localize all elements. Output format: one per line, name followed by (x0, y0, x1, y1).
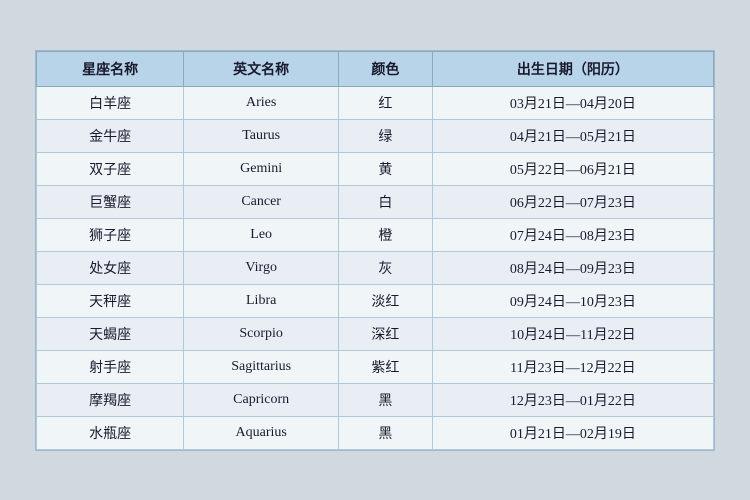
header-chinese-name: 星座名称 (37, 51, 184, 86)
cell-chinese-name: 巨蟹座 (37, 185, 184, 218)
header-dates: 出生日期（阳历） (432, 51, 713, 86)
table-row: 射手座Sagittarius紫红11月23日—12月22日 (37, 350, 714, 383)
cell-english-name: Aquarius (184, 416, 339, 449)
cell-dates: 08月24日—09月23日 (432, 251, 713, 284)
cell-dates: 12月23日—01月22日 (432, 383, 713, 416)
cell-dates: 03月21日—04月20日 (432, 86, 713, 119)
cell-dates: 09月24日—10月23日 (432, 284, 713, 317)
cell-color: 黑 (339, 383, 433, 416)
cell-color: 橙 (339, 218, 433, 251)
table-row: 双子座Gemini黄05月22日—06月21日 (37, 152, 714, 185)
cell-dates: 05月22日—06月21日 (432, 152, 713, 185)
cell-color: 红 (339, 86, 433, 119)
cell-chinese-name: 狮子座 (37, 218, 184, 251)
cell-dates: 11月23日—12月22日 (432, 350, 713, 383)
cell-color: 深红 (339, 317, 433, 350)
table-row: 白羊座Aries红03月21日—04月20日 (37, 86, 714, 119)
cell-color: 黄 (339, 152, 433, 185)
header-color: 颜色 (339, 51, 433, 86)
cell-color: 灰 (339, 251, 433, 284)
cell-color: 白 (339, 185, 433, 218)
cell-color: 紫红 (339, 350, 433, 383)
cell-english-name: Sagittarius (184, 350, 339, 383)
table-row: 摩羯座Capricorn黑12月23日—01月22日 (37, 383, 714, 416)
cell-dates: 04月21日—05月21日 (432, 119, 713, 152)
table-row: 天蝎座Scorpio深红10月24日—11月22日 (37, 317, 714, 350)
zodiac-table: 星座名称 英文名称 颜色 出生日期（阳历） 白羊座Aries红03月21日—04… (35, 50, 715, 451)
cell-dates: 07月24日—08月23日 (432, 218, 713, 251)
cell-dates: 10月24日—11月22日 (432, 317, 713, 350)
cell-english-name: Capricorn (184, 383, 339, 416)
table-row: 水瓶座Aquarius黑01月21日—02月19日 (37, 416, 714, 449)
cell-chinese-name: 天蝎座 (37, 317, 184, 350)
cell-dates: 01月21日—02月19日 (432, 416, 713, 449)
cell-english-name: Scorpio (184, 317, 339, 350)
cell-color: 黑 (339, 416, 433, 449)
table-header-row: 星座名称 英文名称 颜色 出生日期（阳历） (37, 51, 714, 86)
cell-english-name: Cancer (184, 185, 339, 218)
table-row: 巨蟹座Cancer白06月22日—07月23日 (37, 185, 714, 218)
table-row: 狮子座Leo橙07月24日—08月23日 (37, 218, 714, 251)
cell-english-name: Virgo (184, 251, 339, 284)
cell-color: 淡红 (339, 284, 433, 317)
cell-dates: 06月22日—07月23日 (432, 185, 713, 218)
table-row: 金牛座Taurus绿04月21日—05月21日 (37, 119, 714, 152)
cell-english-name: Taurus (184, 119, 339, 152)
cell-chinese-name: 水瓶座 (37, 416, 184, 449)
cell-english-name: Leo (184, 218, 339, 251)
table-row: 处女座Virgo灰08月24日—09月23日 (37, 251, 714, 284)
cell-chinese-name: 白羊座 (37, 86, 184, 119)
table-row: 天秤座Libra淡红09月24日—10月23日 (37, 284, 714, 317)
cell-chinese-name: 摩羯座 (37, 383, 184, 416)
header-english-name: 英文名称 (184, 51, 339, 86)
cell-english-name: Gemini (184, 152, 339, 185)
cell-chinese-name: 金牛座 (37, 119, 184, 152)
cell-color: 绿 (339, 119, 433, 152)
cell-chinese-name: 射手座 (37, 350, 184, 383)
cell-english-name: Aries (184, 86, 339, 119)
cell-chinese-name: 天秤座 (37, 284, 184, 317)
cell-english-name: Libra (184, 284, 339, 317)
cell-chinese-name: 处女座 (37, 251, 184, 284)
cell-chinese-name: 双子座 (37, 152, 184, 185)
